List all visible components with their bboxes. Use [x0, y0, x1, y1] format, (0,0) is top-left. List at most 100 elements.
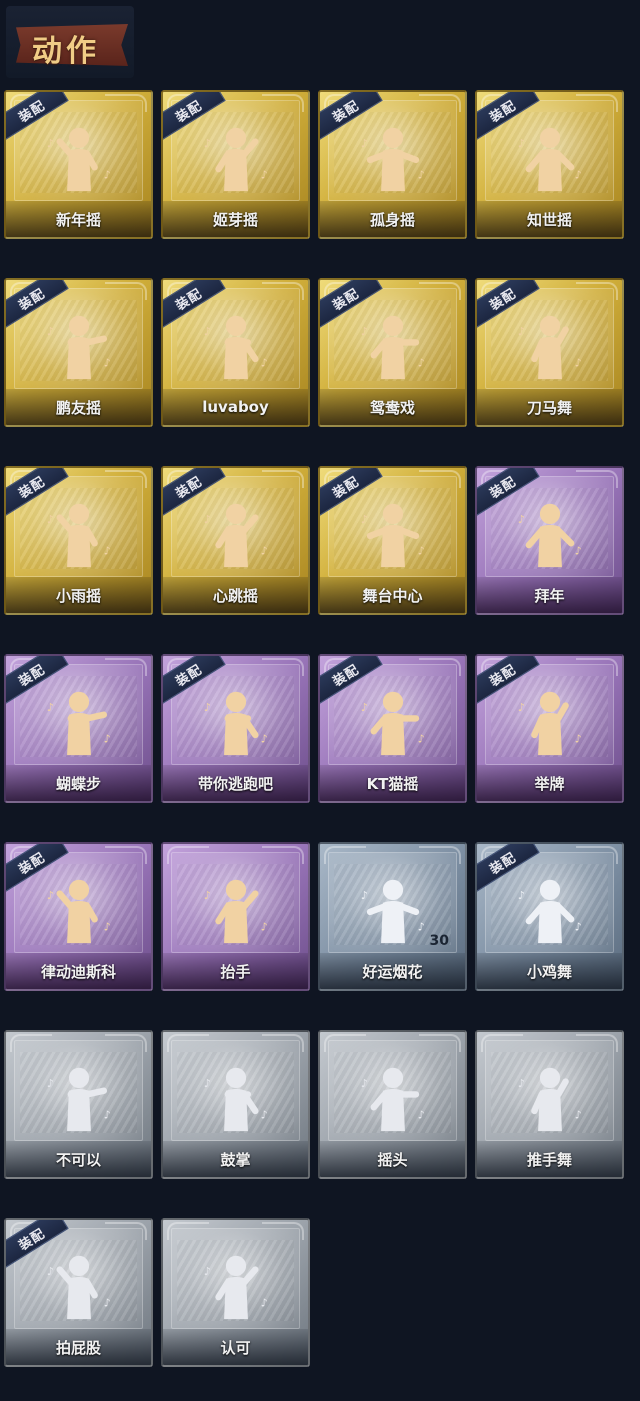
emote-card[interactable]: ♪ ♪ 孤身摇 装配: [318, 90, 467, 239]
card-label-bar: 拜年: [477, 577, 622, 613]
svg-text:♪: ♪: [517, 325, 524, 338]
emote-card[interactable]: ♪ ♪ 知世摇 装配: [475, 90, 624, 239]
emote-card[interactable]: ♪ ♪ 抬手: [161, 842, 310, 991]
svg-text:♪: ♪: [360, 701, 367, 714]
emote-card[interactable]: ♪ ♪ 拍屁股 装配: [4, 1218, 153, 1367]
emote-card[interactable]: ♪ ♪ 好运烟花 30: [318, 842, 467, 991]
emote-card[interactable]: ♪ ♪ 律动迪斯科 装配: [4, 842, 153, 991]
card-label-bar: 姬芽摇: [163, 201, 308, 237]
card-ornament: [324, 846, 366, 864]
svg-text:♪: ♪: [417, 544, 424, 557]
emote-card[interactable]: ♪ ♪ 摇头: [318, 1030, 467, 1179]
card-ornament: [262, 658, 304, 676]
emote-card[interactable]: ♪ ♪ 认可: [161, 1218, 310, 1367]
emote-figure-icon: ♪ ♪: [477, 114, 622, 204]
svg-text:♪: ♪: [417, 732, 424, 745]
emote-card[interactable]: ♪ ♪ 姬芽摇 装配: [161, 90, 310, 239]
emote-label: 举牌: [534, 774, 565, 793]
emote-figure-icon: ♪ ♪: [477, 678, 622, 768]
svg-text:♪: ♪: [46, 701, 53, 714]
item-count: 30: [429, 933, 449, 949]
emote-label: KT猫摇: [366, 774, 419, 793]
svg-text:♪: ♪: [360, 137, 367, 150]
card-label-bar: 好运烟花: [320, 953, 465, 989]
svg-text:♪: ♪: [46, 1077, 53, 1090]
emote-card[interactable]: ♪ ♪ 不可以: [4, 1030, 153, 1179]
card-label-bar: 鼓掌: [163, 1141, 308, 1177]
emote-label: 认可: [220, 1338, 251, 1357]
emote-card[interactable]: ♪ ♪ 新年摇 装配: [4, 90, 153, 239]
card-label-bar: 拍屁股: [6, 1329, 151, 1365]
svg-text:♪: ♪: [260, 168, 267, 181]
section-header: 动作: [6, 6, 134, 78]
svg-text:♪: ♪: [360, 1077, 367, 1090]
emote-label: 新年摇: [55, 210, 101, 229]
emote-label: 推手舞: [526, 1150, 572, 1169]
emote-label: 孤身摇: [369, 210, 415, 229]
svg-text:♪: ♪: [517, 701, 524, 714]
svg-text:♪: ♪: [574, 168, 581, 181]
svg-text:♪: ♪: [103, 356, 110, 369]
emote-label: 好运烟花: [362, 962, 423, 981]
card-ornament: [105, 1034, 147, 1052]
svg-text:♪: ♪: [103, 1108, 110, 1121]
card-label-bar: 舞台中心: [320, 577, 465, 613]
svg-text:♪: ♪: [203, 513, 210, 526]
emote-figure-icon: ♪ ♪: [6, 114, 151, 204]
card-ornament: [167, 846, 209, 864]
emote-card[interactable]: ♪ ♪ 鼓掌: [161, 1030, 310, 1179]
svg-text:♪: ♪: [360, 889, 367, 902]
svg-text:♪: ♪: [46, 1265, 53, 1278]
card-label-bar: 蝴蝶步: [6, 765, 151, 801]
svg-text:♪: ♪: [203, 1265, 210, 1278]
card-ornament: [262, 282, 304, 300]
emote-card[interactable]: ♪ ♪ 推手舞: [475, 1030, 624, 1179]
emote-label: 姬芽摇: [212, 210, 258, 229]
emote-label: 摇头: [377, 1150, 408, 1169]
svg-text:♪: ♪: [417, 168, 424, 181]
emote-card[interactable]: ♪ ♪ 舞台中心 装配: [318, 466, 467, 615]
svg-text:♪: ♪: [203, 325, 210, 338]
emote-card[interactable]: ♪ ♪ 举牌 装配: [475, 654, 624, 803]
emote-card[interactable]: ♪ ♪ 带你逃跑吧 装配: [161, 654, 310, 803]
emote-card[interactable]: ♪ ♪ 鹏友摇 装配: [4, 278, 153, 427]
emote-card[interactable]: ♪ ♪ KT猫摇 装配: [318, 654, 467, 803]
emote-figure-icon: ♪ ♪: [6, 678, 151, 768]
card-ornament: [324, 1034, 366, 1052]
card-label-bar: KT猫摇: [320, 765, 465, 801]
emote-card[interactable]: ♪ ♪ 鸳鸯戏 装配: [318, 278, 467, 427]
card-ornament: [167, 1222, 209, 1240]
emote-card[interactable]: ♪ ♪ 拜年 装配: [475, 466, 624, 615]
card-ornament: [167, 1034, 209, 1052]
emote-label: 拍屁股: [55, 1338, 101, 1357]
emote-figure-icon: ♪ ♪: [320, 678, 465, 768]
svg-text:♪: ♪: [574, 1108, 581, 1121]
emote-figure-icon: ♪ ♪: [163, 1054, 308, 1144]
card-label-bar: 新年摇: [6, 201, 151, 237]
svg-text:♪: ♪: [203, 701, 210, 714]
emote-label: 心跳摇: [212, 586, 258, 605]
card-label-bar: 心跳摇: [163, 577, 308, 613]
card-ornament: [262, 1222, 304, 1240]
svg-text:♪: ♪: [203, 137, 210, 150]
emote-card[interactable]: ♪ ♪ 蝴蝶步 装配: [4, 654, 153, 803]
svg-text:♪: ♪: [417, 1108, 424, 1121]
svg-text:♪: ♪: [360, 513, 367, 526]
emote-card[interactable]: ♪ ♪ 小鸡舞 装配: [475, 842, 624, 991]
card-label-bar: 孤身摇: [320, 201, 465, 237]
emote-figure-icon: ♪ ♪: [320, 490, 465, 580]
emote-card[interactable]: ♪ ♪ 心跳摇 装配: [161, 466, 310, 615]
emote-card[interactable]: ♪ ♪ 刀马舞 装配: [475, 278, 624, 427]
card-ornament: [262, 1034, 304, 1052]
emote-label: 鼓掌: [220, 1150, 251, 1169]
card-ornament: [576, 846, 618, 864]
svg-text:♪: ♪: [103, 1296, 110, 1309]
svg-text:♪: ♪: [417, 920, 424, 933]
card-ornament: [419, 1034, 461, 1052]
emote-card[interactable]: ♪ ♪ luvaboy 装配: [161, 278, 310, 427]
emote-label: luvaboy: [202, 398, 269, 416]
card-ornament: [105, 846, 147, 864]
emote-figure-icon: ♪ ♪: [320, 302, 465, 392]
card-label-bar: 小鸡舞: [477, 953, 622, 989]
emote-card[interactable]: ♪ ♪ 小雨摇 装配: [4, 466, 153, 615]
